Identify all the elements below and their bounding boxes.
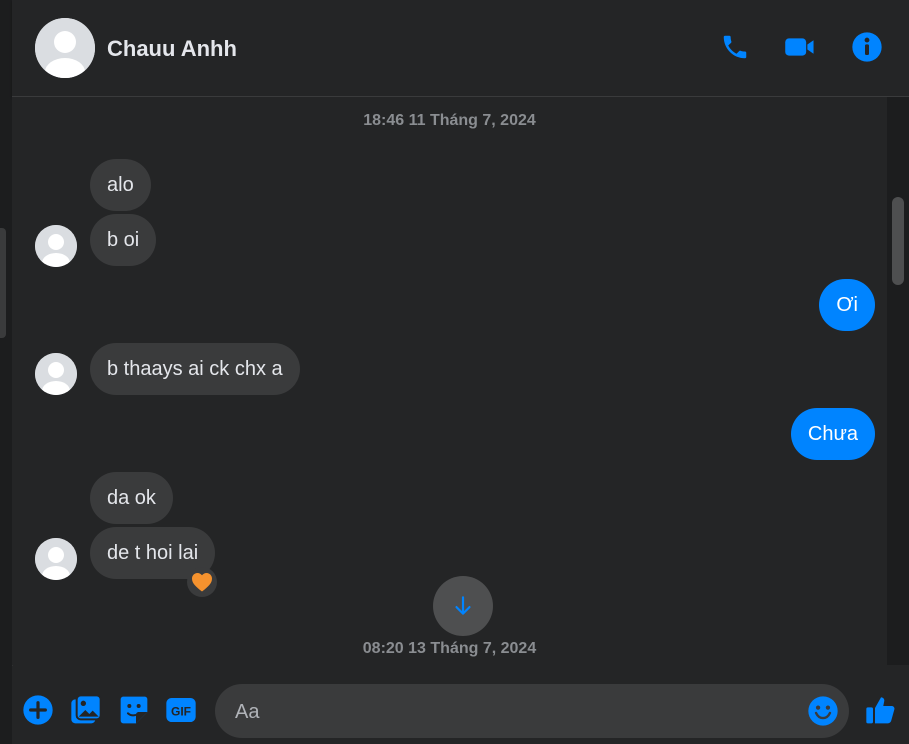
more-actions-button[interactable]	[22, 694, 54, 726]
scrollbar-thumb[interactable]	[892, 197, 904, 285]
message-input-container[interactable]	[215, 684, 849, 740]
outgoing-message[interactable]: Ơi	[819, 279, 875, 331]
video-call-button[interactable]	[783, 30, 817, 64]
emoji-icon	[808, 696, 838, 726]
message-timestamp: 08:20 13 Tháng 7, 2024	[362, 640, 537, 657]
scroll-to-bottom-button[interactable]	[433, 576, 493, 636]
sender-avatar[interactable]	[35, 538, 77, 580]
messenger-chat-window: Chauu Anhh 18:46 11 Tháng 7, 2024 alo b …	[0, 0, 909, 744]
left-panel-scrollbar[interactable]	[0, 228, 6, 338]
sender-avatar[interactable]	[35, 225, 77, 267]
default-avatar-icon	[35, 225, 77, 267]
default-avatar-icon	[35, 18, 95, 78]
sticker-button[interactable]	[118, 694, 150, 726]
default-avatar-icon	[35, 538, 77, 580]
gif-button[interactable]: GIF	[165, 694, 197, 726]
sticker-icon	[120, 696, 148, 724]
incoming-message[interactable]: b thaays ai ck chx a	[90, 343, 300, 395]
attach-image-button[interactable]	[70, 694, 102, 726]
audio-call-button[interactable]	[718, 30, 752, 64]
image-icon	[71, 694, 102, 724]
gif-icon-label: GIF	[171, 705, 191, 719]
orange-heart-icon	[192, 573, 212, 592]
message-reaction[interactable]	[187, 567, 217, 597]
gif-icon: GIF	[166, 698, 196, 722]
emoji-picker-button[interactable]	[807, 695, 839, 727]
phone-icon	[723, 35, 747, 59]
send-like-button[interactable]	[865, 694, 897, 726]
incoming-message[interactable]: da ok	[90, 472, 173, 524]
conversation-info-button[interactable]	[850, 30, 884, 64]
contact-name[interactable]: Chauu Anhh	[107, 36, 237, 62]
message-timestamp: 18:46 11 Tháng 7, 2024	[363, 112, 536, 129]
message-input[interactable]	[233, 684, 797, 740]
message-scrollbar[interactable]	[887, 97, 909, 665]
message-list[interactable]: 18:46 11 Tháng 7, 2024 alo b oi Ơi b tha…	[12, 97, 887, 665]
sender-avatar[interactable]	[35, 353, 77, 395]
chat-header: Chauu Anhh	[12, 0, 909, 97]
info-icon	[852, 32, 882, 62]
message-composer: GIF	[12, 666, 909, 744]
incoming-message[interactable]: alo	[90, 159, 151, 211]
thumbs-up-icon	[866, 697, 895, 724]
contact-avatar[interactable]	[35, 18, 95, 78]
arrow-down-icon	[455, 596, 471, 615]
add-icon	[23, 695, 53, 725]
outgoing-message[interactable]: Chưa	[790, 408, 875, 460]
video-camera-icon	[785, 38, 814, 56]
default-avatar-icon	[35, 353, 77, 395]
incoming-message[interactable]: b oi	[90, 214, 157, 266]
